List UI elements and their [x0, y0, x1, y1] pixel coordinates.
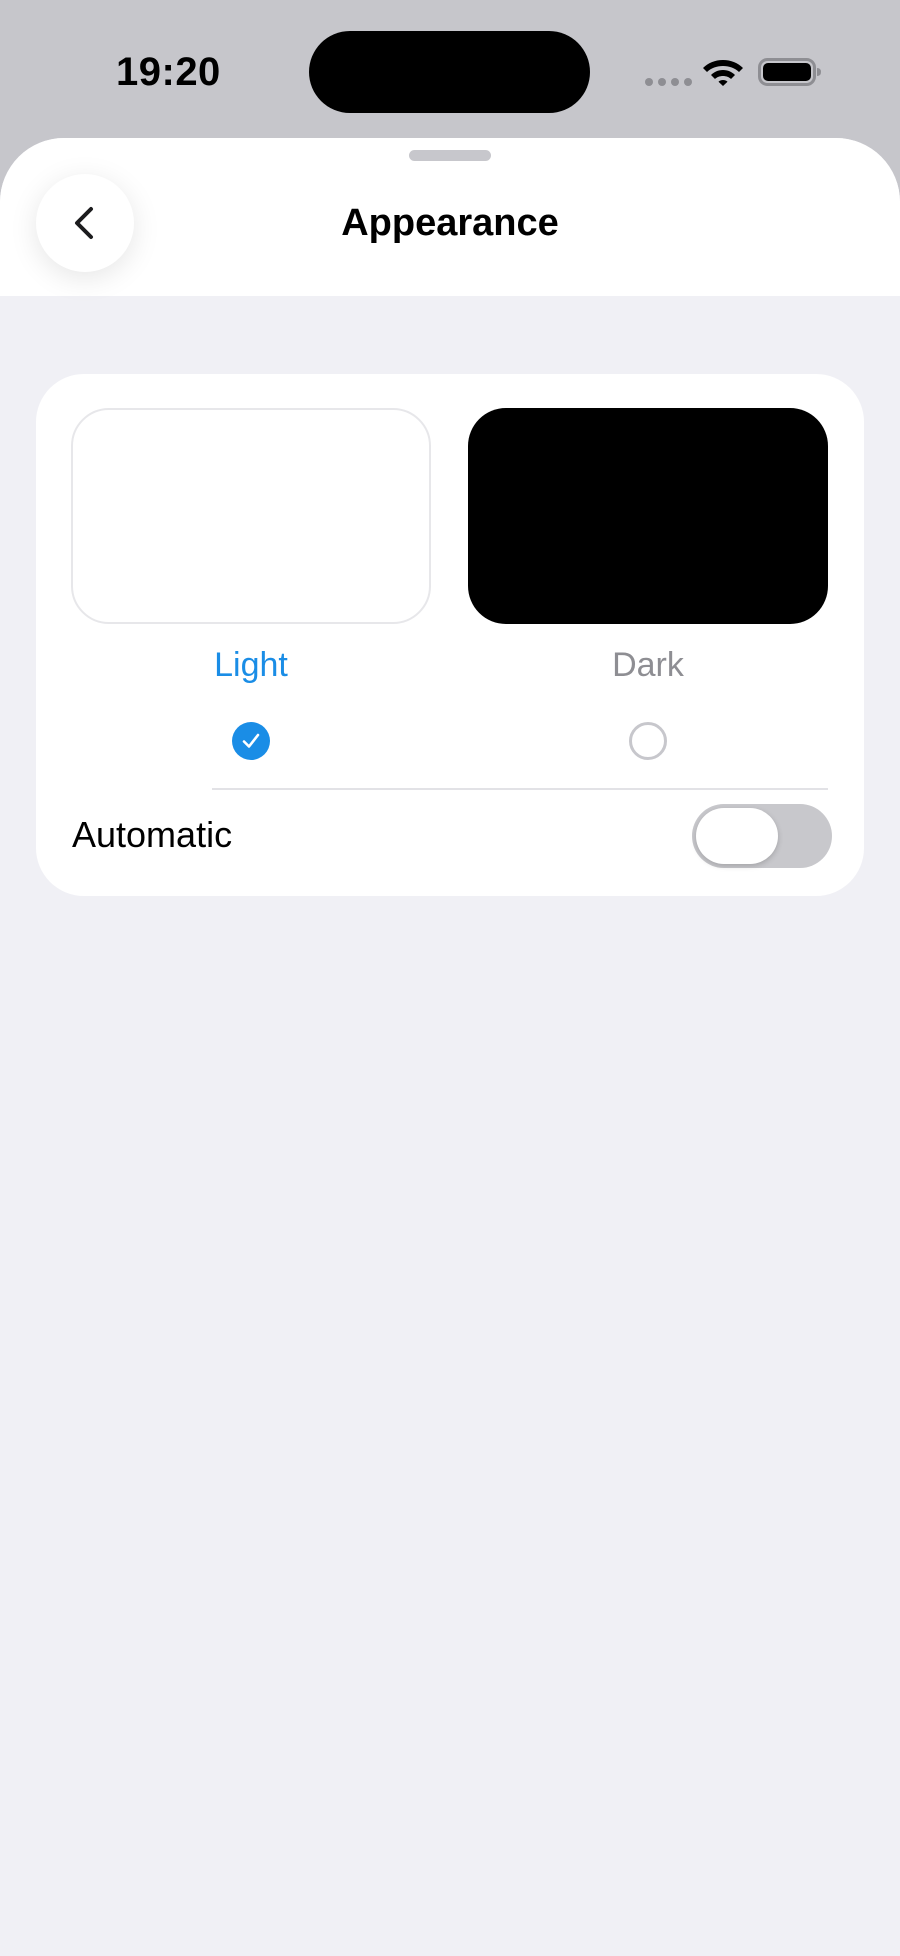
dark-mode-preview[interactable] — [468, 408, 828, 624]
checkmark-icon — [242, 733, 260, 748]
appearance-card: Light Dark Automatic — [36, 374, 864, 896]
toggle-knob[interactable] — [696, 808, 778, 864]
appearance-sheet: Appearance Light Dark Automatic — [0, 138, 900, 1956]
light-radio-selected[interactable] — [232, 722, 270, 760]
sheet-grabber[interactable] — [409, 150, 491, 161]
dynamic-island — [309, 31, 590, 113]
light-mode-preview[interactable] — [71, 408, 431, 624]
divider — [212, 788, 828, 790]
automatic-label: Automatic — [72, 814, 233, 855]
automatic-toggle[interactable] — [692, 804, 832, 868]
light-option-label[interactable]: Light — [71, 646, 431, 685]
page-title: Appearance — [341, 202, 559, 244]
wifi-icon — [703, 60, 743, 86]
dark-radio[interactable] — [629, 722, 667, 760]
dark-option-label[interactable]: Dark — [468, 646, 828, 685]
status-time: 19:20 — [116, 50, 221, 94]
battery-icon — [758, 58, 821, 86]
status-bar: 19:20 — [0, 0, 900, 140]
sheet-header: Appearance — [0, 138, 900, 296]
signal-dots-icon — [645, 78, 692, 86]
